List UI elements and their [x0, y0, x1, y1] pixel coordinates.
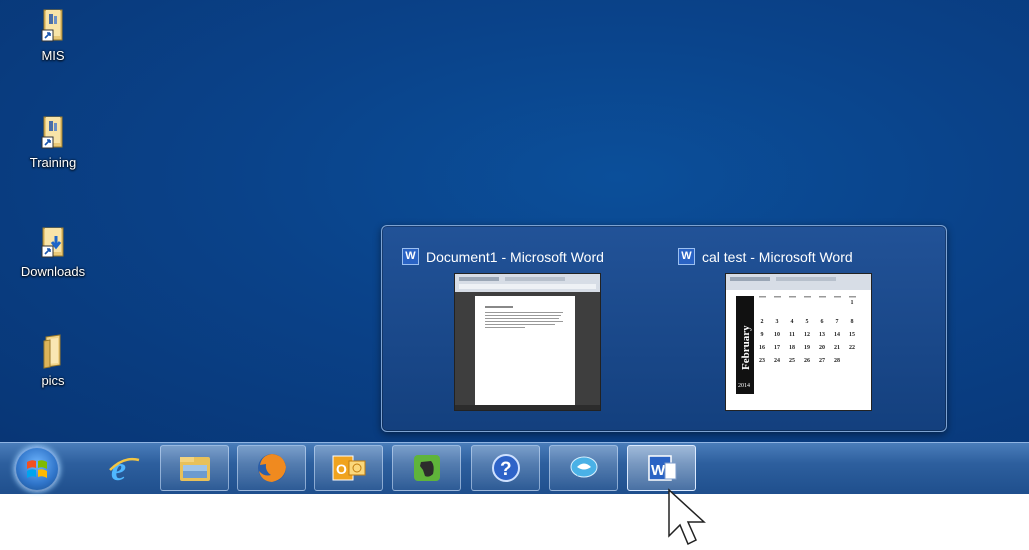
- taskbar-outlook[interactable]: O: [314, 445, 383, 491]
- windows-logo-icon: [27, 460, 47, 478]
- calendar-day: 2: [761, 319, 764, 325]
- taskbar-evernote[interactable]: [392, 445, 461, 491]
- desktop-icon-label: Downloads: [20, 264, 86, 279]
- calendar-day: 10: [774, 332, 780, 338]
- calendar-day-header: [834, 296, 841, 298]
- folder-icon: [179, 457, 210, 481]
- taskbar-help[interactable]: ?: [471, 445, 540, 491]
- calendar-day-header: [849, 296, 856, 298]
- calendar-year-label: 2014: [738, 383, 750, 389]
- calendar-day: 22: [849, 345, 855, 351]
- calendar-day: 18: [789, 345, 795, 351]
- calendar-day: 27: [819, 358, 825, 364]
- calendar-day: 11: [789, 332, 795, 338]
- calendar-day: 9: [761, 332, 764, 338]
- folder-icon: [38, 333, 68, 369]
- svg-text:W: W: [651, 462, 666, 479]
- thumbnail-title: W cal test - Microsoft Word: [678, 248, 853, 265]
- calendar-day: 12: [804, 332, 810, 338]
- taskbar-internet-explorer[interactable]: e: [89, 445, 158, 491]
- desktop-icon-training[interactable]: Training: [13, 115, 93, 170]
- taskbar: e O ? W: [0, 442, 1029, 494]
- calendar-day: 25: [789, 358, 795, 364]
- calendar-day: 1: [851, 300, 854, 306]
- thumbnail-title-text: cal test - Microsoft Word: [702, 248, 853, 265]
- desktop-icon-mis[interactable]: MIS: [13, 8, 93, 63]
- taskbar-thumbnail-preview: W Document1 - Microsoft Word W cal test …: [381, 225, 947, 432]
- calendar-day-header: [759, 296, 766, 298]
- calendar-day: 3: [776, 319, 779, 325]
- desktop-icon-pics[interactable]: pics: [13, 333, 93, 388]
- calendar-day-header: [774, 296, 781, 298]
- word-icon: W: [647, 455, 676, 481]
- folder-shortcut-icon: [38, 8, 68, 44]
- desktop-icon-downloads[interactable]: Downloads: [13, 224, 93, 279]
- calendar-day: 6: [821, 319, 824, 325]
- mouse-cursor-icon: [668, 488, 706, 546]
- calendar-day: 7: [836, 319, 839, 325]
- calendar-day: 20: [819, 345, 825, 351]
- desktop-icon-label: Training: [29, 155, 77, 170]
- thumbnail-title-text: Document1 - Microsoft Word: [426, 248, 604, 265]
- window-preview-image: February 2014 1 2 3 4 5 6 7 8 9 10 11 12 13 14 15 16 17 1…: [725, 273, 872, 411]
- calendar-day: 24: [774, 358, 780, 364]
- outlook-icon: O: [332, 455, 365, 481]
- calendar-day: 8: [851, 319, 854, 325]
- thumbnail-cal-test[interactable]: W cal test - Microsoft Word February 201…: [678, 244, 928, 414]
- taskbar-windows-explorer[interactable]: [160, 445, 229, 491]
- help-icon: ?: [491, 454, 520, 482]
- internet-explorer-icon: e: [108, 451, 139, 486]
- calendar-day: 23: [759, 358, 765, 364]
- firefox-icon: [257, 454, 286, 482]
- calendar-month-label: February: [740, 325, 752, 370]
- calendar-day: 21: [834, 345, 840, 351]
- calendar-day: 16: [759, 345, 765, 351]
- calendar-day: 17: [774, 345, 780, 351]
- calendar-day-header: [804, 296, 811, 298]
- calendar-day: 15: [849, 332, 855, 338]
- calendar-day: 13: [819, 332, 825, 338]
- desktop-icon-label: MIS: [41, 48, 65, 63]
- window-preview-image: [454, 273, 601, 411]
- thumbnail-document1[interactable]: W Document1 - Microsoft Word: [402, 244, 652, 414]
- calendar-day-header: [819, 296, 826, 298]
- taskbar-connection-app[interactable]: [549, 445, 618, 491]
- calendar-day: 4: [791, 319, 794, 325]
- svg-text:O: O: [336, 461, 347, 477]
- taskbar-firefox[interactable]: [237, 445, 306, 491]
- evernote-icon: [413, 455, 440, 481]
- calendar-day: 5: [806, 319, 809, 325]
- start-button[interactable]: [14, 446, 60, 492]
- folder-shortcut-icon: [38, 115, 68, 151]
- word-app-icon: W: [678, 248, 695, 265]
- calendar-day: 26: [804, 358, 810, 364]
- calendar-day-header: [789, 296, 796, 298]
- svg-text:?: ?: [500, 459, 512, 480]
- calendar-day: 19: [804, 345, 810, 351]
- thumbnail-title: W Document1 - Microsoft Word: [402, 248, 604, 265]
- calendar-day: 28: [834, 358, 840, 364]
- chat-bubble-icon: [570, 456, 597, 478]
- desktop-icon-label: pics: [41, 373, 65, 388]
- calendar-day: 14: [834, 332, 840, 338]
- downloads-folder-icon: [38, 224, 68, 260]
- word-app-icon: W: [402, 248, 419, 265]
- taskbar-microsoft-word[interactable]: W: [627, 445, 696, 491]
- desktop: MIS Training Downloads pics W Document1 …: [0, 0, 1029, 442]
